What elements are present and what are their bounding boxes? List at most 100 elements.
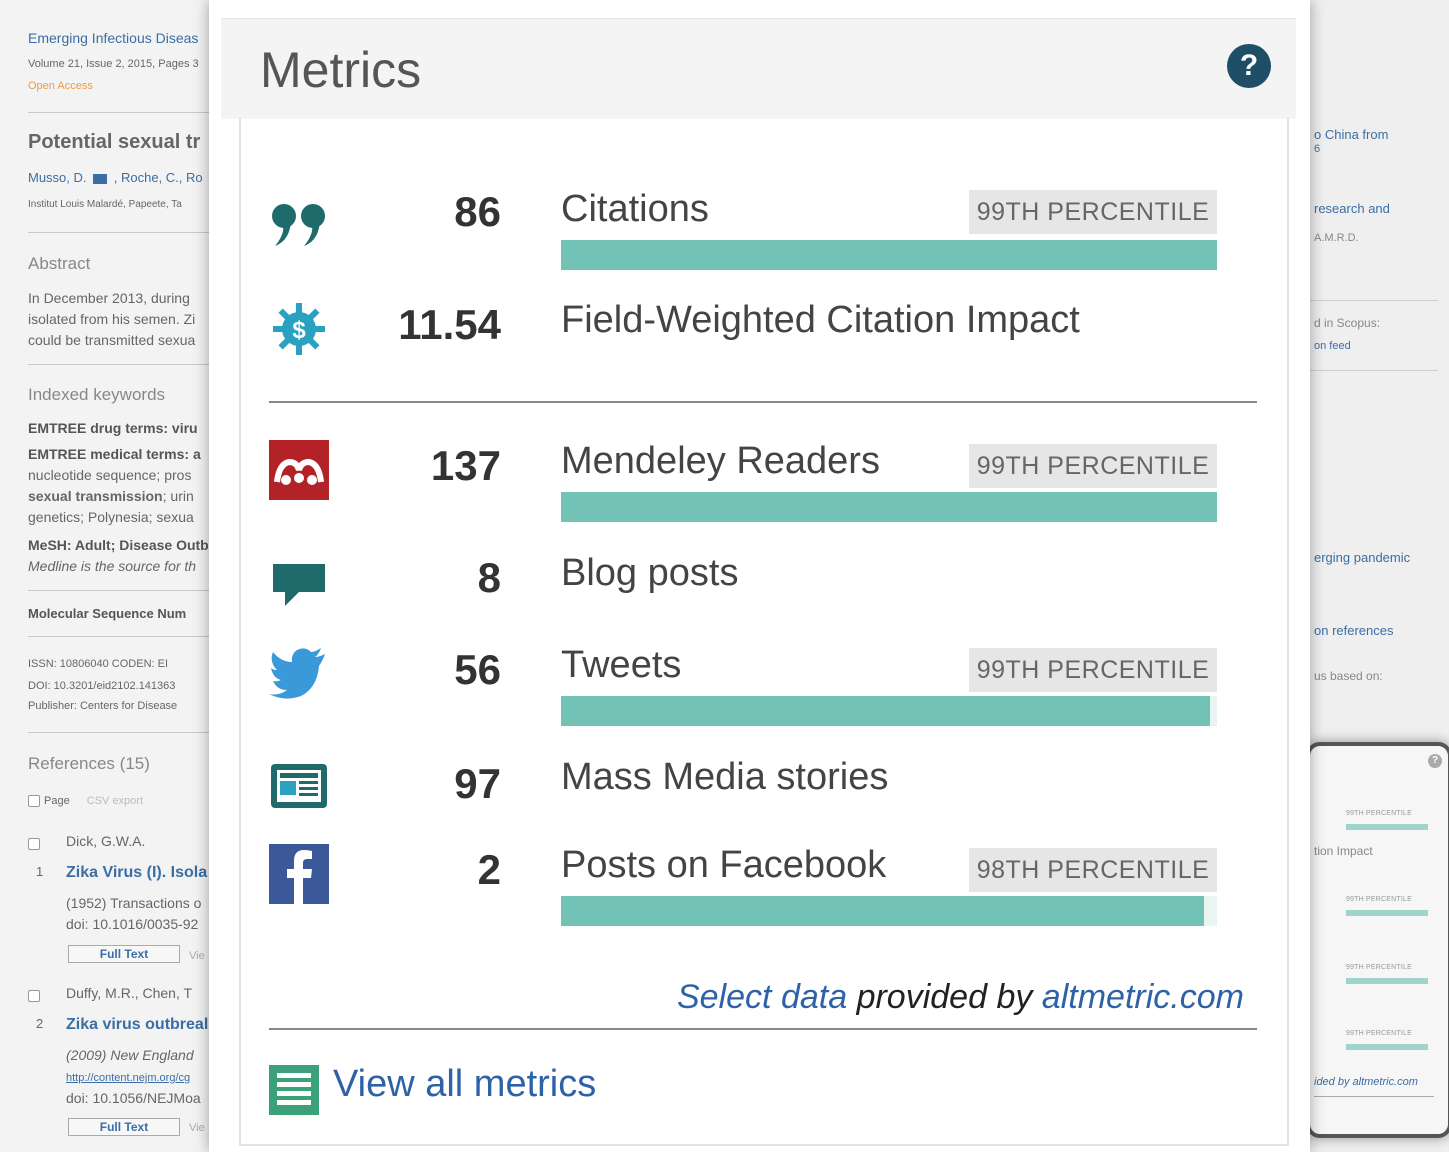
page-select[interactable]: Page CSV export — [28, 795, 143, 808]
metric-row-mendeley: 137 Mendeley Readers 99TH PERCENTILE — [241, 430, 1287, 530]
references-heading: References (15) — [28, 754, 150, 773]
ref-author: Dick, G.W.A. — [66, 833, 146, 849]
percentile-badge: 98TH PERCENTILE — [969, 848, 1217, 892]
ref-number: 2 — [36, 1016, 44, 1031]
molecular-sequence-heading: Molecular Sequence Num — [28, 606, 187, 621]
svg-text:$: $ — [292, 317, 306, 344]
affiliation: Institut Louis Malardé, Papeete, Ta — [28, 199, 182, 210]
keyword-bold: sexual transmission — [28, 488, 163, 504]
view-all-metrics-label[interactable]: View all metrics — [333, 1063, 596, 1106]
percentile-badge: 99TH PERCENTILE — [969, 190, 1217, 234]
abstract-line: isolated from his semen. Zi — [28, 311, 196, 327]
view-link[interactable]: Vie — [189, 950, 205, 962]
medline-note: Medline is the source for th — [28, 558, 197, 574]
ref-checkbox[interactable] — [28, 835, 44, 851]
mini-percentile: 99TH PERCENTILE — [1346, 1030, 1413, 1037]
popup-header: Metrics — [221, 18, 1296, 119]
list-icon — [269, 1065, 319, 1120]
metric-label: Posts on Facebook — [561, 844, 887, 886]
mini-help-icon[interactable]: ? — [1428, 754, 1442, 768]
emtree-drug-terms: EMTREE drug terms: viru — [28, 420, 198, 436]
help-icon[interactable]: ? — [1227, 44, 1271, 88]
mini-bar — [1346, 1044, 1428, 1050]
page-checkbox[interactable] — [28, 795, 40, 808]
ref-source: (1952) Transactions o — [66, 895, 202, 911]
scopus-note: d in Scopus: — [1314, 316, 1381, 330]
metric-row-tweets: 56 Tweets 99TH PERCENTILE — [241, 634, 1287, 734]
mini-bar — [1346, 824, 1428, 830]
mini-bar — [1346, 978, 1428, 984]
keyword-line: sexual transmission; urin — [28, 488, 194, 504]
based-on-note: us based on: — [1314, 669, 1383, 683]
metric-row-mass-media: 97 Mass Media stories — [241, 750, 1287, 820]
view-link[interactable]: Vie — [189, 1122, 205, 1134]
mini-provider-text[interactable]: ided by altmetric.com — [1314, 1076, 1418, 1088]
related-doc-link-cont[interactable]: 6 — [1314, 143, 1320, 155]
percentile-bar-fill — [561, 696, 1211, 726]
divider — [1314, 1096, 1434, 1097]
divider — [1310, 370, 1438, 371]
percentile-bar-fill — [561, 896, 1204, 926]
article-title: Potential sexual tr — [28, 131, 201, 153]
select-data-link[interactable]: Select data — [677, 978, 847, 1016]
ref-author: Duffy, M.R., Chen, T — [66, 985, 193, 1001]
ref-title-link[interactable]: Zika virus outbreal — [66, 1016, 208, 1034]
abstract-heading: Abstract — [28, 254, 91, 273]
ref-source: (2009) New England — [66, 1047, 194, 1063]
metric-value: 8 — [477, 554, 501, 601]
keyword-rest: ; urin — [162, 488, 194, 504]
altmetric-link[interactable]: altmetric.com — [1042, 978, 1244, 1016]
divider — [1310, 300, 1438, 301]
issn-coden: ISSN: 10806040 CODEN: EI — [28, 658, 169, 670]
open-access-label: Open Access — [28, 80, 93, 92]
metric-value: 56 — [454, 646, 501, 693]
blog-icon — [269, 552, 329, 612]
divider — [28, 636, 218, 637]
feed-link[interactable]: on feed — [1314, 340, 1351, 352]
metric-value: 137 — [430, 442, 501, 489]
emtree-medical-terms: EMTREE medical terms: a — [28, 446, 201, 462]
related-doc-link[interactable]: research and — [1314, 201, 1390, 216]
email-icon[interactable] — [93, 173, 108, 184]
mini-metrics-widget[interactable]: ? 99TH PERCENTILE tion Impact 99TH PERCE… — [1306, 742, 1449, 1138]
mendeley-icon — [269, 440, 329, 500]
full-text-button[interactable]: Full Text — [68, 945, 180, 963]
facebook-icon — [269, 844, 329, 904]
percentile-bar-fill — [561, 492, 1217, 522]
more-authors[interactable]: , Roche, C., Ro — [114, 170, 203, 185]
keyword-line: nucleotide sequence; pros — [28, 467, 192, 483]
ref-url[interactable]: http://content.nejm.org/cg — [66, 1072, 190, 1084]
data-provider-note: Select data provided by altmetric.com — [677, 978, 1244, 1017]
percentile-bar — [561, 896, 1217, 926]
metric-value: 2 — [477, 846, 501, 893]
percentile-badge: 99TH PERCENTILE — [969, 648, 1217, 692]
ref-number: 1 — [36, 864, 44, 879]
publisher: Publisher: Centers for Disease — [28, 700, 178, 712]
metric-label: Mass Media stories — [561, 756, 889, 798]
percentile-bar — [561, 240, 1217, 270]
divider — [28, 590, 218, 591]
doi: DOI: 10.3201/eid2102.141363 — [28, 680, 176, 692]
page-label: Page — [44, 795, 70, 807]
percentile-bar-fill — [561, 240, 1217, 270]
metric-row-facebook: 2 Posts on Facebook 98TH PERCENTILE — [241, 838, 1287, 938]
metrics-panel: 86 Citations 99TH PERCENTILE $ 11.54 Fie… — [239, 118, 1289, 1146]
journal-link[interactable]: Emerging Infectious Diseas — [28, 30, 198, 46]
metric-label: Citations — [561, 188, 709, 230]
percentile-badge: 99TH PERCENTILE — [969, 444, 1217, 488]
metric-label: Blog posts — [561, 552, 739, 594]
metric-row-citations: 86 Citations 99TH PERCENTILE — [241, 178, 1287, 278]
csv-export-button[interactable]: CSV export — [87, 795, 143, 807]
ref-checkbox[interactable] — [28, 987, 44, 1003]
related-doc-link[interactable]: erging pandemic — [1314, 550, 1410, 565]
ref-title-link[interactable]: Zika Virus (I). Isola — [66, 864, 207, 882]
divider — [28, 732, 218, 733]
section-divider — [269, 1028, 1257, 1030]
related-doc-authors: A.M.R.D. — [1314, 232, 1359, 244]
references-link[interactable]: on references — [1314, 623, 1394, 638]
full-text-button[interactable]: Full Text — [68, 1118, 180, 1136]
related-doc-link[interactable]: o China from — [1314, 127, 1388, 142]
author-link[interactable]: Musso, D. — [28, 170, 87, 185]
metric-value: 97 — [454, 760, 501, 807]
mini-percentile: 99TH PERCENTILE — [1346, 964, 1413, 971]
